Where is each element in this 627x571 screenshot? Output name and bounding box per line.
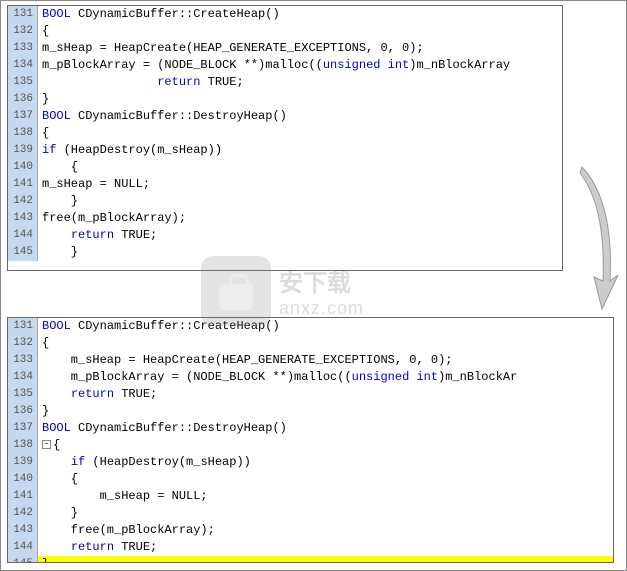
code-line[interactable]: 143free(m_pBlockArray); (8, 210, 562, 227)
code-line[interactable]: 134 m_pBlockArray = (NODE_BLOCK **)mallo… (8, 369, 613, 386)
code-content[interactable]: if (HeapDestroy(m_sHeap)) (38, 454, 613, 471)
code-line[interactable]: 133m_sHeap = HeapCreate(HEAP_GENERATE_EX… (8, 40, 562, 57)
code-line[interactable]: 143 free(m_pBlockArray); (8, 522, 613, 539)
code-content[interactable]: m_pBlockArray = (NODE_BLOCK **)malloc((u… (38, 369, 613, 386)
code-line[interactable]: 133 m_sHeap = HeapCreate(HEAP_GENERATE_E… (8, 352, 613, 369)
code-line[interactable]: 131BOOL CDynamicBuffer::CreateHeap() (8, 318, 613, 335)
line-number: 134 (8, 57, 38, 74)
code-content[interactable]: { (38, 335, 613, 352)
code-content[interactable]: } (38, 403, 613, 420)
code-content[interactable]: { (38, 159, 562, 176)
code-line[interactable]: 137BOOL CDynamicBuffer::DestroyHeap() (8, 108, 562, 125)
code-line[interactable]: 142 } (8, 505, 613, 522)
code-content[interactable]: return TRUE; (38, 74, 562, 91)
line-number: 143 (8, 522, 38, 539)
code-content[interactable]: m_pBlockArray = (NODE_BLOCK **)malloc((u… (38, 57, 562, 74)
code-content[interactable]: { (38, 125, 562, 142)
code-content[interactable]: m_sHeap = NULL; (38, 488, 613, 505)
line-number: 132 (8, 335, 38, 352)
line-number: 145 (8, 244, 38, 261)
code-content[interactable]: m_sHeap = HeapCreate(HEAP_GENERATE_EXCEP… (38, 352, 613, 369)
code-content[interactable]: m_sHeap = HeapCreate(HEAP_GENERATE_EXCEP… (38, 40, 562, 57)
code-line[interactable]: 136} (8, 403, 613, 420)
line-number: 137 (8, 108, 38, 125)
arrow-down-icon (570, 161, 620, 331)
code-line[interactable]: 132{ (8, 335, 613, 352)
line-number: 140 (8, 159, 38, 176)
line-number: 140 (8, 471, 38, 488)
code-content[interactable]: } (38, 505, 613, 522)
code-line[interactable]: 137BOOL CDynamicBuffer::DestroyHeap() (8, 420, 613, 437)
code-content[interactable]: { (38, 471, 613, 488)
code-content[interactable]: return TRUE; (38, 227, 562, 244)
code-line[interactable]: 135 return TRUE; (8, 386, 613, 403)
code-content[interactable]: } (38, 556, 613, 563)
code-content[interactable]: { (38, 23, 562, 40)
line-number: 135 (8, 386, 38, 403)
code-content[interactable]: return TRUE; (38, 539, 613, 556)
line-number: 132 (8, 23, 38, 40)
code-content[interactable]: if (HeapDestroy(m_sHeap)) (38, 142, 562, 159)
code-content[interactable]: free(m_pBlockArray); (38, 522, 613, 539)
code-content[interactable]: BOOL CDynamicBuffer::CreateHeap() (38, 318, 613, 335)
line-number: 139 (8, 142, 38, 159)
code-line[interactable]: 140 { (8, 471, 613, 488)
line-number: 145 (8, 556, 38, 563)
line-number: 141 (8, 176, 38, 193)
code-line[interactable]: 145} (8, 556, 613, 563)
line-number: 143 (8, 210, 38, 227)
code-line[interactable]: 141 m_sHeap = NULL; (8, 488, 613, 505)
code-content[interactable]: BOOL CDynamicBuffer::DestroyHeap() (38, 108, 562, 125)
watermark-url: anxz.com (279, 298, 364, 319)
line-number: 133 (8, 40, 38, 57)
code-line[interactable]: 141m_sHeap = NULL; (8, 176, 562, 193)
code-line[interactable]: 145 } (8, 244, 562, 261)
line-number: 136 (8, 403, 38, 420)
code-line[interactable]: 135 return TRUE; (8, 74, 562, 91)
line-number: 138 (8, 125, 38, 142)
code-line[interactable]: 132{ (8, 23, 562, 40)
code-line[interactable]: 142 } (8, 193, 562, 210)
line-number: 137 (8, 420, 38, 437)
line-number: 131 (8, 318, 38, 335)
code-line[interactable]: 134m_pBlockArray = (NODE_BLOCK **)malloc… (8, 57, 562, 74)
line-number: 141 (8, 488, 38, 505)
code-content[interactable]: BOOL CDynamicBuffer::CreateHeap() (38, 6, 562, 23)
fold-marker[interactable]: - (42, 440, 51, 449)
line-number: 131 (8, 6, 38, 23)
code-editor-bottom[interactable]: 131BOOL CDynamicBuffer::CreateHeap()132{… (7, 317, 614, 563)
code-content[interactable]: m_sHeap = NULL; (38, 176, 562, 193)
code-content[interactable]: } (38, 244, 562, 261)
code-content[interactable]: BOOL CDynamicBuffer::DestroyHeap() (38, 420, 613, 437)
code-line[interactable]: 131BOOL CDynamicBuffer::CreateHeap() (8, 6, 562, 23)
code-line[interactable]: 138-{ (8, 437, 613, 454)
code-line[interactable]: 144 return TRUE; (8, 227, 562, 244)
code-line[interactable]: 140 { (8, 159, 562, 176)
line-number: 144 (8, 539, 38, 556)
code-content[interactable]: free(m_pBlockArray); (38, 210, 562, 227)
code-content[interactable]: } (38, 91, 562, 108)
code-line[interactable]: 139if (HeapDestroy(m_sHeap)) (8, 142, 562, 159)
code-editor-top[interactable]: 131BOOL CDynamicBuffer::CreateHeap()132{… (7, 5, 563, 271)
line-number: 133 (8, 352, 38, 369)
code-line[interactable]: 139 if (HeapDestroy(m_sHeap)) (8, 454, 613, 471)
code-content[interactable]: -{ (38, 437, 613, 454)
code-line[interactable]: 144 return TRUE; (8, 539, 613, 556)
code-content[interactable]: } (38, 193, 562, 210)
line-number: 134 (8, 369, 38, 386)
code-line[interactable]: 136} (8, 91, 562, 108)
line-number: 135 (8, 74, 38, 91)
code-line[interactable]: 138{ (8, 125, 562, 142)
line-number: 144 (8, 227, 38, 244)
line-number: 139 (8, 454, 38, 471)
code-content[interactable]: return TRUE; (38, 386, 613, 403)
line-number: 142 (8, 505, 38, 522)
line-number: 142 (8, 193, 38, 210)
line-number: 138 (8, 437, 38, 454)
line-number: 136 (8, 91, 38, 108)
